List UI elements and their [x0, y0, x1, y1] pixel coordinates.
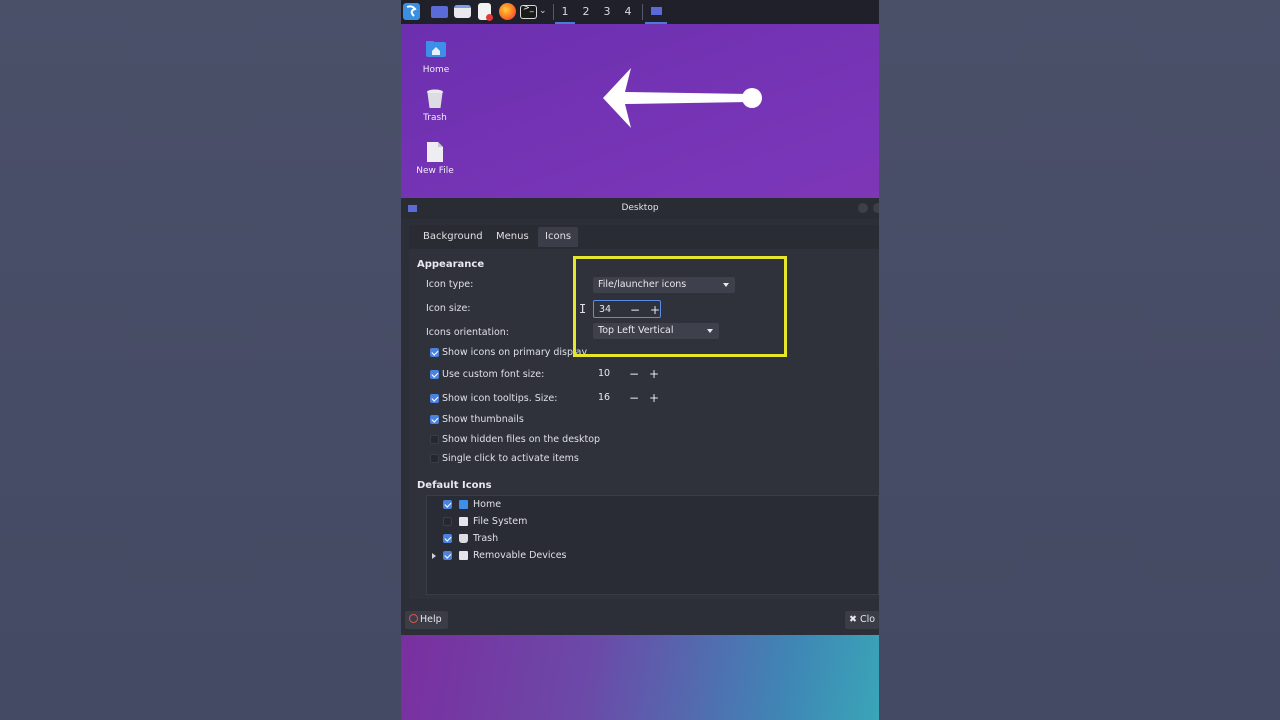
desktop-item-trash[interactable]: Trash: [405, 88, 465, 123]
thumbnails-label[interactable]: Show thumbnails: [442, 414, 524, 425]
tooltip-size-spinner[interactable]: 16 − +: [593, 389, 661, 407]
terminal-icon[interactable]: >_: [520, 3, 537, 19]
tree-row-trash[interactable]: Trash: [427, 531, 878, 547]
tooltip-size-value[interactable]: 16: [598, 389, 610, 407]
tree-label: Trash: [473, 533, 499, 544]
tab-background[interactable]: Background: [416, 227, 490, 247]
checkbox-trash[interactable]: [443, 534, 452, 543]
chevron-down-icon[interactable]: ⌄: [539, 6, 547, 16]
workspace-4[interactable]: 4: [618, 0, 638, 24]
decrement-icon[interactable]: −: [629, 365, 639, 383]
workspace-2[interactable]: 2: [576, 0, 596, 24]
checkbox-home[interactable]: [443, 500, 452, 509]
highlight-box-annotation: [573, 256, 787, 357]
tooltips-label[interactable]: Show icon tooltips. Size:: [442, 393, 557, 404]
checkbox-show-primary[interactable]: [430, 348, 439, 357]
taskbar: >_ ⌄ 1 2 3 4: [401, 0, 879, 24]
desktop-icon[interactable]: [431, 6, 448, 18]
screen: >_ ⌄ 1 2 3 4 Home Trash New File Desktop…: [401, 0, 879, 720]
help-label: Help: [420, 614, 442, 625]
tree-row-filesystem[interactable]: File System: [427, 514, 878, 530]
custom-font-label[interactable]: Use custom font size:: [442, 369, 544, 380]
icon-size-label: Icon size:: [426, 303, 471, 314]
left-backdrop: [0, 0, 401, 720]
close-label: Clo: [860, 614, 876, 625]
desktop-item-label: New File: [416, 166, 454, 176]
tree-label: Removable Devices: [473, 550, 567, 561]
desktop-item-new-file[interactable]: New File: [405, 141, 465, 176]
firefox-icon[interactable]: [499, 3, 516, 20]
tree-row-home[interactable]: Home: [427, 497, 878, 513]
workspace-1[interactable]: 1: [555, 0, 575, 24]
icon-type-label: Icon type:: [426, 279, 474, 290]
desktop-item-home[interactable]: Home: [406, 40, 466, 75]
checkbox-thumbnails[interactable]: [430, 415, 439, 424]
home-icon: [459, 500, 468, 509]
decrement-icon[interactable]: −: [629, 389, 639, 407]
close-icon: ✖: [849, 614, 857, 625]
taskbar-separator: [642, 4, 643, 20]
tab-icons[interactable]: Icons: [538, 227, 579, 247]
increment-icon[interactable]: +: [649, 365, 659, 383]
show-primary-label[interactable]: Show icons on primary display: [442, 347, 587, 358]
increment-icon[interactable]: +: [649, 389, 659, 407]
desktop-settings-dialog: Desktop Background Menus Icons Appearanc…: [401, 198, 879, 635]
arrow-annotation-icon: [603, 68, 762, 128]
app-menu-icon[interactable]: [403, 3, 420, 20]
text-editor-icon[interactable]: [478, 3, 493, 21]
drive-icon: [459, 517, 468, 526]
tree-row-removable[interactable]: Removable Devices: [427, 548, 878, 564]
window-icon: [651, 7, 662, 15]
wallpaper-bottom: [401, 635, 879, 720]
appearance-heading: Appearance: [417, 259, 485, 270]
tree-label: File System: [473, 516, 528, 527]
checkbox-tooltips[interactable]: [430, 394, 439, 403]
close-window-button[interactable]: [873, 203, 879, 213]
removable-drive-icon: [459, 551, 468, 560]
orientation-label: Icons orientation:: [426, 327, 509, 338]
hidden-files-label[interactable]: Show hidden files on the desktop: [442, 434, 600, 445]
help-button[interactable]: Help: [405, 611, 448, 629]
help-icon: [409, 614, 418, 623]
expand-arrow-icon[interactable]: [432, 553, 436, 559]
dialog-titlebar: Desktop: [401, 198, 879, 219]
close-button[interactable]: ✖ Clo: [845, 611, 879, 629]
checkbox-removable[interactable]: [443, 551, 452, 560]
trash-icon: [459, 534, 468, 543]
tab-menus[interactable]: Menus: [489, 227, 536, 247]
default-icons-heading: Default Icons: [417, 480, 492, 491]
right-backdrop: [879, 0, 1280, 720]
font-size-spinner[interactable]: 10 − +: [593, 365, 661, 383]
checkbox-hidden-files[interactable]: [430, 435, 439, 444]
single-click-label[interactable]: Single click to activate items: [442, 453, 579, 464]
dialog-title: Desktop: [621, 203, 659, 213]
checkbox-custom-font[interactable]: [430, 370, 439, 379]
window-icon: [408, 205, 417, 212]
tab-bar: Background Menus Icons: [409, 225, 879, 249]
font-size-value[interactable]: 10: [598, 365, 610, 383]
default-icons-tree: Home File System Trash Removable Devices: [426, 495, 879, 595]
file-icon: [424, 141, 446, 163]
workspace-3[interactable]: 3: [597, 0, 617, 24]
checkbox-filesystem[interactable]: [443, 517, 452, 526]
trash-icon: [424, 88, 446, 110]
checkbox-single-click[interactable]: [430, 454, 439, 463]
desktop-item-label: Home: [422, 65, 450, 75]
tree-label: Home: [473, 499, 502, 510]
home-folder-icon: [425, 40, 447, 62]
taskbar-separator: [553, 4, 554, 20]
minimize-button[interactable]: [858, 203, 868, 213]
desktop-item-label: Trash: [423, 113, 447, 123]
window-button[interactable]: [645, 0, 667, 24]
file-manager-icon[interactable]: [454, 5, 471, 18]
